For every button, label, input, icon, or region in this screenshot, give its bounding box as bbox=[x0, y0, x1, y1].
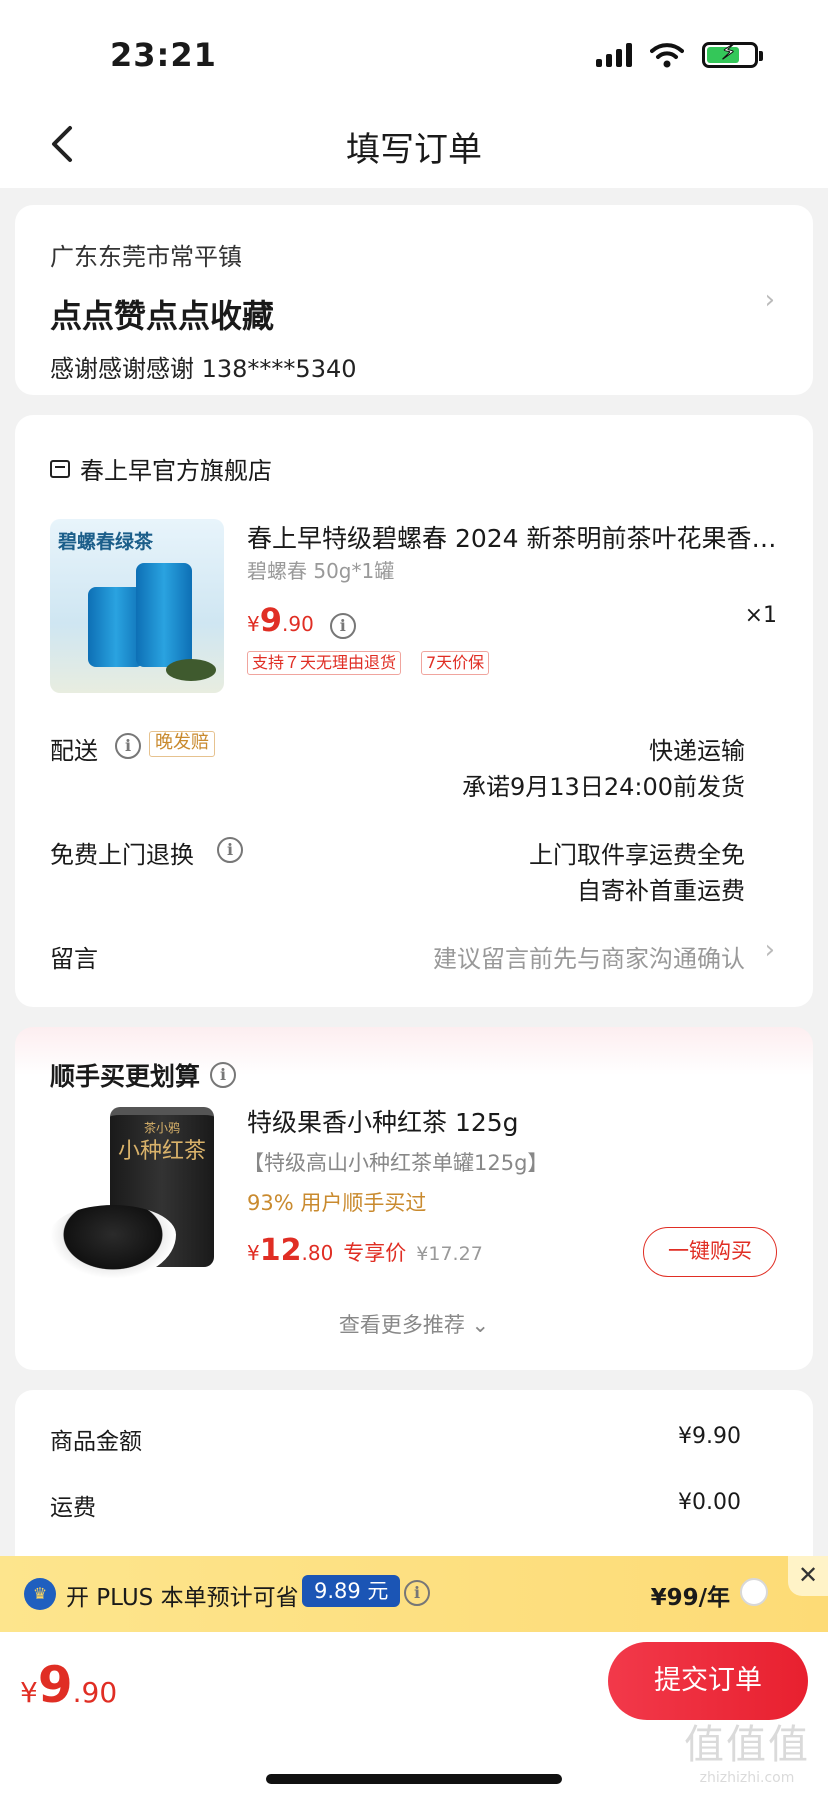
store-header[interactable]: 春上早官方旗舰店 bbox=[50, 451, 272, 486]
delivery-promise: 承诺9月13日24:00前发货 bbox=[462, 773, 745, 801]
goods-amount-label: 商品金额 bbox=[50, 1429, 142, 1455]
watermark: 值值值 zhizhizhi.com bbox=[684, 1722, 810, 1786]
signal-icon bbox=[596, 43, 632, 67]
status-bar: 23:21 ⚡ bbox=[0, 0, 828, 100]
shipping-fee-label: 运费 bbox=[50, 1495, 96, 1521]
exclusive-price-label: 专享价 bbox=[343, 1241, 407, 1265]
original-price: ¥17.27 bbox=[416, 1243, 483, 1265]
product-image[interactable]: 碧螺春绿茶 bbox=[50, 519, 224, 693]
tea-name-text: 小种红茶 bbox=[118, 1139, 207, 1164]
shipping-fee-value: ¥0.00 bbox=[678, 1490, 741, 1515]
checkout-bar: ¥ 9 .90 提交订单 值值值 zhizhizhi.com bbox=[0, 1632, 828, 1795]
submit-order-button[interactable]: 提交订单 bbox=[608, 1642, 808, 1720]
return-label: 免费上门退换 bbox=[50, 841, 194, 869]
price-protect-tag: 7天价保 bbox=[421, 651, 490, 675]
product-price: ¥ 9 .90 i bbox=[247, 601, 356, 639]
info-icon[interactable]: i bbox=[115, 733, 141, 759]
info-icon[interactable]: i bbox=[404, 1580, 430, 1606]
upsell-price: ¥12.80 专享价 ¥17.27 bbox=[247, 1233, 483, 1268]
plus-promo-text: 开 PLUS 本单预计可省 bbox=[66, 1585, 299, 1611]
info-icon[interactable]: i bbox=[210, 1062, 237, 1088]
store-icon bbox=[50, 459, 70, 478]
more-recommendations-link[interactable]: 查看更多推荐 ⌄ bbox=[15, 1309, 813, 1339]
total-price: ¥ 9 .90 bbox=[20, 1656, 118, 1714]
goods-amount-value: ¥9.90 bbox=[678, 1424, 741, 1449]
plus-select-radio[interactable] bbox=[740, 1578, 768, 1606]
wifi-icon bbox=[650, 43, 684, 68]
close-icon[interactable]: ✕ bbox=[788, 1556, 828, 1596]
battery-icon: ⚡ bbox=[702, 40, 763, 68]
product-quantity: ×1 bbox=[744, 603, 777, 628]
store-name: 春上早官方旗舰店 bbox=[80, 457, 272, 485]
delivery-label: 配送 bbox=[50, 737, 98, 765]
plus-price: ¥99/年 bbox=[650, 1585, 730, 1611]
delivery-method[interactable]: 快递运输 bbox=[649, 731, 745, 766]
plus-save-amount: 9.89 元 bbox=[302, 1575, 401, 1607]
chevron-right-icon: › bbox=[764, 935, 775, 965]
message-input[interactable]: 建议留言前先与商家沟通确认 bbox=[433, 939, 745, 974]
chevron-down-icon: ⌄ bbox=[471, 1313, 490, 1337]
return-line1: 上门取件享运费全免 bbox=[529, 841, 745, 869]
address-detail: 点点赞点点收藏 bbox=[50, 297, 275, 335]
nav-bar: 填写订单 bbox=[0, 100, 828, 188]
home-indicator[interactable] bbox=[266, 1774, 562, 1784]
crown-icon: ♛ bbox=[24, 1578, 56, 1610]
status-icons: ⚡ bbox=[596, 40, 763, 68]
address-card[interactable]: 广东东莞市常平镇 点点赞点点收藏 感谢感谢感谢 138****5340 › bbox=[15, 205, 813, 395]
one-click-buy-button[interactable]: 一键购买 bbox=[643, 1227, 777, 1277]
product-spec: 碧螺春 50g*1罐 bbox=[247, 559, 395, 583]
info-icon[interactable]: i bbox=[329, 613, 356, 639]
address-contact: 感谢感谢感谢 138****5340 bbox=[50, 355, 357, 383]
plus-membership-bar[interactable]: ♛ 开 PLUS 本单预计可省 9.89 元 i ¥99/年 ✕ bbox=[0, 1556, 828, 1632]
tea-brand-text: 茶小鸦 bbox=[143, 1121, 180, 1135]
status-time: 23:21 bbox=[110, 36, 217, 74]
late-compensation-tag: 晚发赔 bbox=[149, 731, 215, 757]
product-image-label: 碧螺春绿茶 bbox=[58, 531, 154, 553]
return-line2: 自寄补首重运费 bbox=[577, 877, 745, 905]
upsell-product-spec: 【特级高山小种红茶单罐125g】 bbox=[243, 1151, 549, 1175]
info-icon[interactable]: i bbox=[217, 837, 243, 863]
message-label: 留言 bbox=[50, 945, 98, 973]
order-card: 春上早官方旗舰店 碧螺春绿茶 春上早特级碧螺春 2024 新茶明前茶叶花果香… … bbox=[15, 415, 813, 1007]
page-title: 填写订单 bbox=[346, 130, 482, 170]
chevron-right-icon: › bbox=[764, 285, 775, 315]
return-policy-tag: 支持７天无理由退货 bbox=[247, 651, 402, 675]
product-title[interactable]: 春上早特级碧螺春 2024 新茶明前茶叶花果香… bbox=[247, 519, 795, 555]
upsell-card: 顺手买更划算 i 茶小鸦 小种红茶 特级果香小种红茶 125g 【特级高山小种红… bbox=[15, 1027, 813, 1370]
address-region: 广东东莞市常平镇 bbox=[50, 243, 242, 271]
upsell-bought-rate: 93% 用户顺手买过 bbox=[247, 1191, 427, 1215]
upsell-product-image[interactable]: 茶小鸦 小种红茶 bbox=[50, 1107, 226, 1279]
upsell-product-name[interactable]: 特级果香小种红茶 125g bbox=[247, 1103, 519, 1139]
upsell-title: 顺手买更划算 i bbox=[50, 1057, 237, 1093]
